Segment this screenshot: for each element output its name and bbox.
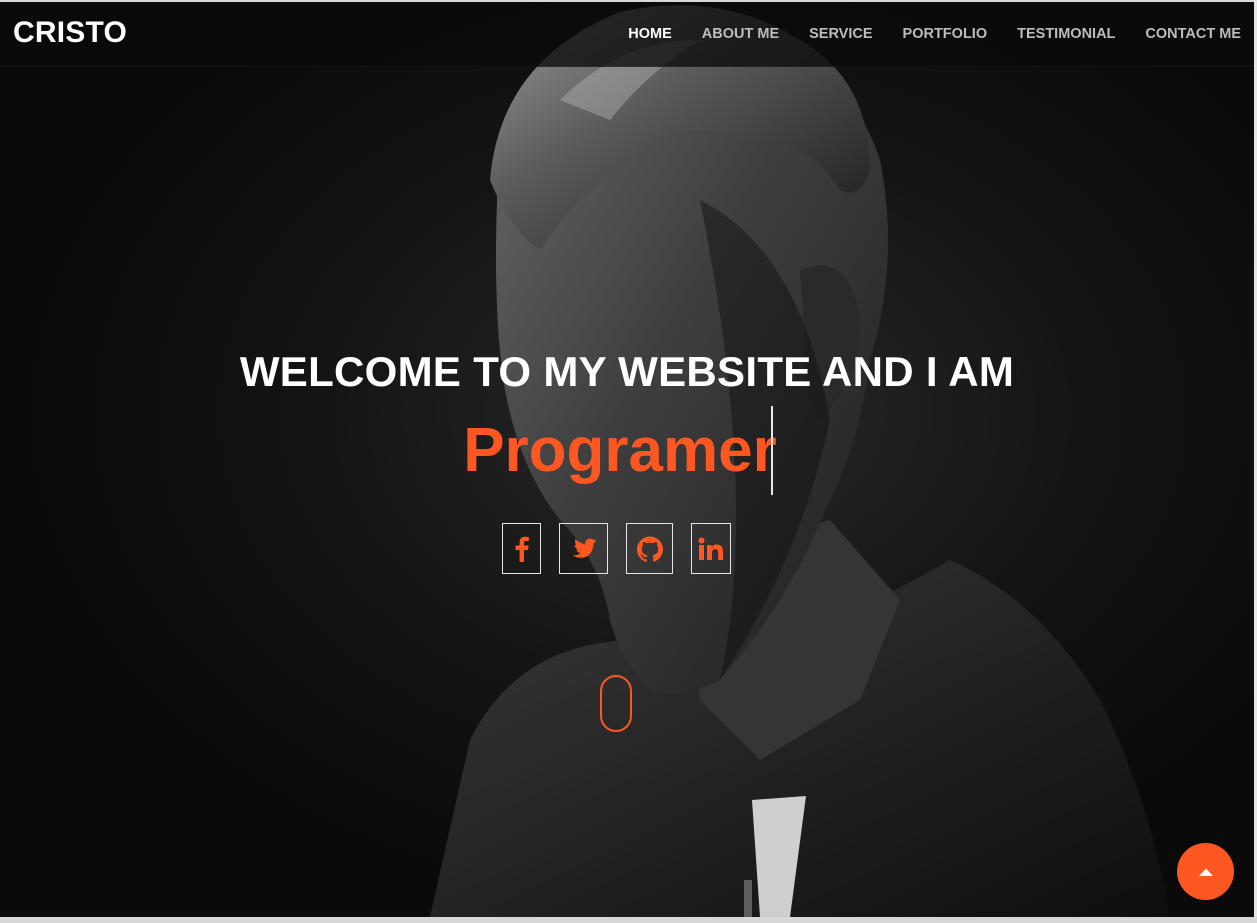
back-to-top-button[interactable]: [1177, 843, 1234, 900]
twitter-icon: [572, 538, 596, 558]
github-link[interactable]: [626, 523, 673, 574]
twitter-link[interactable]: [559, 523, 608, 574]
navbar: CRISTO HOME ABOUT ME SERVICE PORTFOLIO T…: [0, 2, 1254, 67]
window-bottom-edge: [0, 917, 1257, 923]
brand-logo[interactable]: CRISTO: [13, 16, 127, 50]
nav-item-testimonial[interactable]: TESTIMONIAL: [1017, 26, 1115, 42]
facebook-link[interactable]: [502, 523, 541, 574]
scroll-mouse-icon[interactable]: [600, 675, 632, 732]
nav-item-portfolio[interactable]: PORTFOLIO: [903, 26, 988, 42]
nav-item-contact-me[interactable]: CONTACT ME: [1145, 26, 1241, 42]
caret-up-icon: [1198, 868, 1213, 876]
page: CRISTO HOME ABOUT ME SERVICE PORTFOLIO T…: [0, 0, 1257, 923]
linkedin-link[interactable]: [691, 523, 731, 574]
facebook-icon: [515, 536, 529, 562]
nav-item-home[interactable]: HOME: [628, 26, 672, 42]
typing-cursor: [771, 406, 773, 495]
github-icon: [636, 536, 663, 562]
linkedin-icon: [698, 537, 723, 560]
nav-item-service[interactable]: SERVICE: [809, 26, 872, 42]
nav-item-about-me[interactable]: ABOUT ME: [702, 26, 779, 42]
hero-typed-role: Programer: [463, 416, 777, 485]
nav-menu: HOME ABOUT ME SERVICE PORTFOLIO TESTIMON…: [628, 26, 1241, 42]
hero-heading: WELCOME TO MY WEBSITE AND I AM: [239, 348, 1015, 395]
